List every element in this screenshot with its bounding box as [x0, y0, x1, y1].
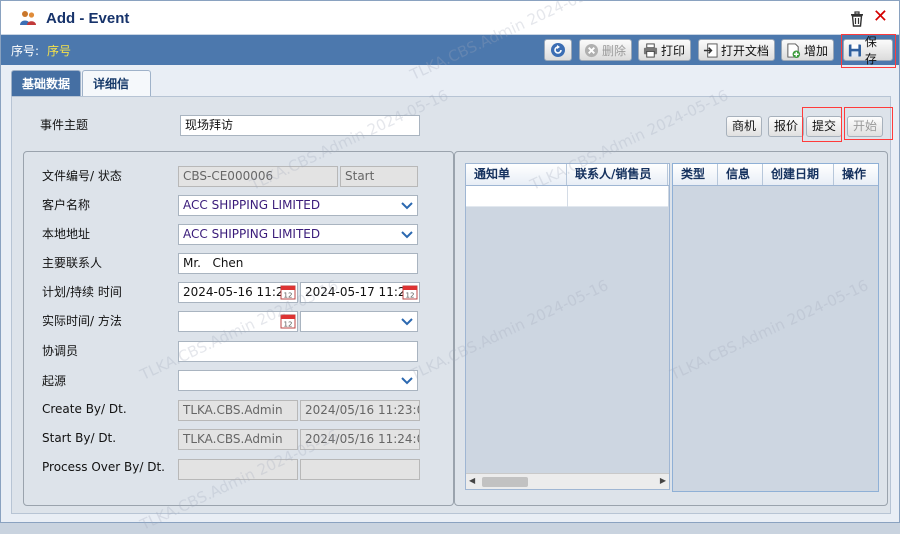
actual-time-label: 实际时间/ 方法	[42, 314, 122, 328]
add-label: 增加	[804, 43, 829, 58]
column-type[interactable]: 类型	[673, 164, 718, 185]
print-button[interactable]: 打印	[638, 39, 691, 61]
scroll-left-icon[interactable]: ◀	[469, 476, 475, 485]
add-button[interactable]: 增加	[781, 39, 834, 61]
actual-time-input[interactable]: 12	[178, 311, 298, 332]
svg-text:12: 12	[406, 292, 415, 300]
start-by-date-field: 2024/05/16 11:24:00	[300, 429, 420, 450]
coordinator-label: 协调员	[42, 344, 79, 358]
create-by-date-field: 2024/05/16 11:23:02	[300, 400, 420, 421]
delete-icon	[584, 43, 599, 57]
refresh-icon	[551, 43, 565, 57]
customer-value: ACC SHIPPING LIMITED	[183, 198, 321, 212]
grids-panel: 通知单 联系人/销售员 ◀ ▶ 类型 信息 创建日期 操作	[454, 151, 888, 506]
start-highlight	[844, 107, 893, 140]
start-by-user-field: TLKA.CBS.Admin	[178, 429, 298, 450]
print-label: 打印	[661, 43, 686, 58]
close-icon[interactable]: ✕	[873, 8, 888, 26]
start-by-label: Start By/ Dt.	[42, 431, 117, 445]
notice-grid-header: 通知单 联系人/销售员	[466, 164, 669, 186]
open-document-label: 打开文档	[721, 43, 770, 58]
plan-time-label: 计划/持续 时间	[42, 285, 122, 299]
trash-icon[interactable]	[849, 11, 865, 27]
calendar-icon[interactable]: 12	[280, 313, 296, 329]
plan-end-value: 2024-05-17 11:22	[305, 285, 414, 299]
create-by-user-field: TLKA.CBS.Admin	[178, 400, 298, 421]
title-separator: -	[75, 10, 89, 27]
process-over-label: Process Over By/ Dt.	[42, 460, 165, 474]
svg-text:12: 12	[284, 292, 293, 300]
business-button[interactable]: 商机	[726, 116, 762, 137]
chevron-down-icon[interactable]	[397, 371, 417, 390]
title-sub: Event	[88, 10, 130, 27]
subject-label: 事件主题	[40, 118, 89, 132]
seq-label: 序号:	[11, 44, 40, 58]
submit-highlight	[802, 107, 842, 142]
open-document-button[interactable]: 打开文档	[698, 39, 775, 61]
info-grid-header: 类型 信息 创建日期 操作	[673, 164, 878, 186]
printer-icon	[643, 42, 658, 58]
open-document-icon	[703, 42, 718, 58]
title-main: Add	[46, 10, 76, 27]
svg-text:12: 12	[284, 321, 293, 329]
column-notice[interactable]: 通知单	[466, 164, 567, 185]
add-document-icon	[787, 42, 801, 58]
notice-grid: 通知单 联系人/销售员 ◀ ▶	[465, 163, 670, 490]
scroll-right-icon[interactable]: ▶	[660, 476, 666, 485]
info-grid: 类型 信息 创建日期 操作	[672, 163, 879, 492]
chevron-down-icon[interactable]	[397, 225, 417, 244]
local-address-label: 本地地址	[42, 227, 91, 241]
file-no-label: 文件编号/ 状态	[42, 169, 122, 183]
origin-label: 起源	[42, 374, 67, 388]
people-icon	[20, 11, 36, 25]
refresh-button[interactable]	[544, 39, 572, 61]
delete-label: 删除	[602, 43, 627, 58]
origin-select[interactable]	[178, 370, 418, 391]
method-select[interactable]	[300, 311, 418, 332]
contact-input[interactable]: Mr. Chen	[178, 253, 418, 274]
toolbar: 序号: 序号 删除 打印 打开文档 增加 保存	[1, 35, 899, 66]
status-field: Start	[340, 166, 418, 187]
delete-button[interactable]: 删除	[579, 39, 632, 61]
chevron-down-icon[interactable]	[397, 196, 417, 215]
process-over-date-field	[300, 459, 420, 480]
title-bar: Add - Event ✕	[1, 1, 899, 35]
create-by-label: Create By/ Dt.	[42, 402, 127, 416]
column-info[interactable]: 信息	[718, 164, 763, 185]
quote-button[interactable]: 报价	[768, 116, 804, 137]
file-no-field: CBS-CE000006	[178, 166, 338, 187]
contact-label: 主要联系人	[42, 256, 103, 270]
plan-end-input[interactable]: 2024-05-17 11:22 12	[300, 282, 420, 303]
plan-start-input[interactable]: 2024-05-16 11:22 12	[178, 282, 298, 303]
event-window: Add - Event ✕ 序号: 序号 删除 打印 打开文档 增加 保存 基础…	[0, 0, 900, 534]
coordinator-input[interactable]	[178, 341, 418, 362]
tab-detail-info[interactable]: 详细信息	[82, 70, 151, 117]
chevron-down-icon[interactable]	[397, 312, 417, 331]
calendar-icon[interactable]: 12	[280, 284, 296, 300]
column-created-date[interactable]: 创建日期	[763, 164, 834, 185]
main-content: 事件主题 现场拜访 商机 报价 提交 开始 文件编号/ 状态 CBS-CE000…	[11, 96, 893, 514]
local-address-select[interactable]: ACC SHIPPING LIMITED	[178, 224, 418, 245]
customer-label: 客户名称	[42, 198, 91, 212]
seq-value: 序号	[47, 44, 72, 58]
row-divider	[567, 186, 568, 207]
table-row[interactable]	[466, 186, 668, 207]
local-address-value: ACC SHIPPING LIMITED	[183, 227, 321, 241]
plan-start-value: 2024-05-16 11:22	[183, 285, 292, 299]
horizontal-scrollbar[interactable]: ◀ ▶	[466, 473, 669, 489]
save-highlight	[841, 34, 896, 68]
customer-select[interactable]: ACC SHIPPING LIMITED	[178, 195, 418, 216]
column-contact-sales[interactable]: 联系人/销售员	[567, 164, 668, 185]
process-over-user-field	[178, 459, 298, 480]
window-title: Add - Event	[46, 10, 129, 27]
event-form-panel: 文件编号/ 状态 CBS-CE000006 Start 客户名称 ACC SHI…	[23, 151, 454, 506]
subject-input[interactable]: 现场拜访	[180, 115, 420, 136]
tab-basic-data[interactable]: 基础数据	[11, 70, 81, 96]
column-actions[interactable]: 操作	[834, 164, 878, 185]
scrollbar-thumb[interactable]	[482, 477, 528, 487]
calendar-icon[interactable]: 12	[402, 284, 418, 300]
